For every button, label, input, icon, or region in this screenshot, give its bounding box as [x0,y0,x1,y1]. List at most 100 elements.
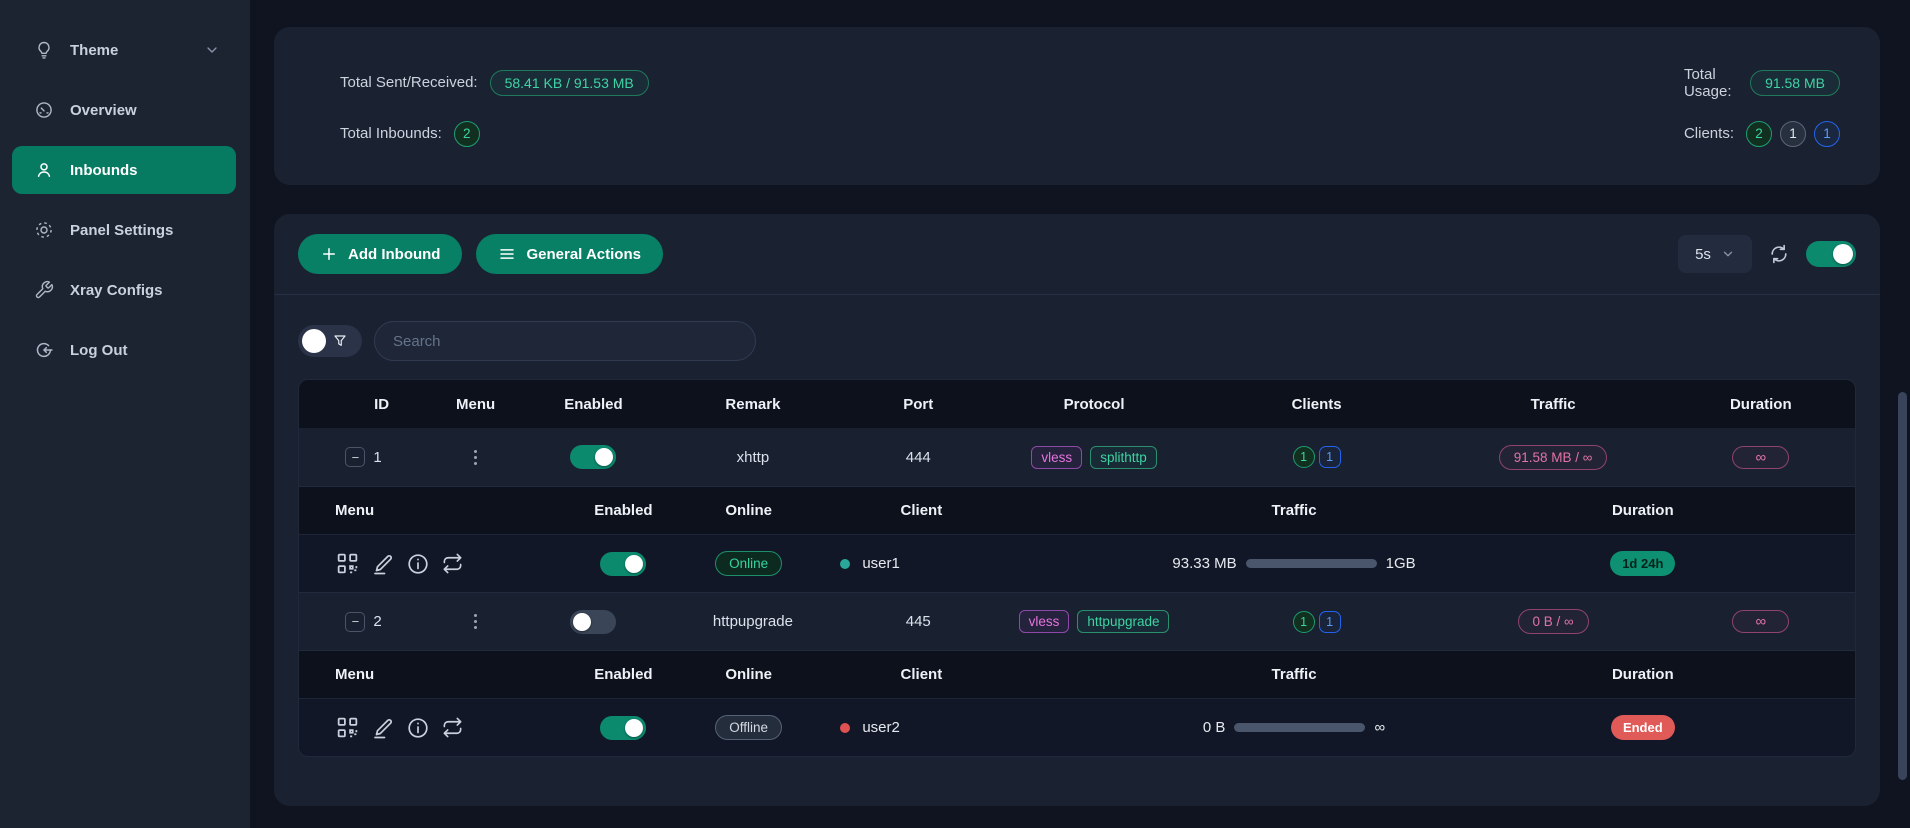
client-enabled-cell [545,552,702,576]
page-scrollbar-thumb[interactable] [1898,392,1907,780]
enabled-cell [523,445,664,469]
sidebar-item-theme[interactable]: Theme [12,26,236,74]
refresh-icon[interactable] [1768,243,1790,265]
port-cell: 445 [842,613,994,630]
sidebar-item-label: Overview [70,102,137,119]
sidebar-item-overview[interactable]: Overview [12,86,236,134]
search-input[interactable] [374,321,756,361]
duration-badge: Ended [1611,715,1675,740]
traffic-used: 0 B [1203,719,1226,736]
auto-refresh-toggle[interactable] [1806,241,1856,267]
client-table-header-row: Menu Enabled Online Client Traffic Durat… [299,486,1855,534]
inbound-enabled-toggle[interactable] [570,445,616,469]
sidebar-item-label: Theme [70,42,118,59]
info-icon[interactable] [406,552,430,576]
protocol-cell: vless httpupgrade [995,610,1194,633]
inbound-enabled-toggle[interactable] [570,610,616,634]
client-table-header-row: Menu Enabled Online Client Traffic Durat… [299,650,1855,698]
edit-icon[interactable] [371,552,395,576]
col-header-remark: Remark [664,396,842,413]
main-content: Total Sent/Received: 58.41 KB / 91.53 MB… [250,0,1910,828]
duration-cell: ∞ [1667,446,1855,469]
client-name: user1 [862,555,900,572]
qr-code-icon[interactable] [335,715,360,740]
general-actions-button[interactable]: General Actions [476,234,662,274]
sidebar-item-inbounds[interactable]: Inbounds [12,146,236,194]
sidebar-item-label: Panel Settings [70,222,173,239]
filter-toggle[interactable] [298,325,362,357]
add-inbound-button[interactable]: Add Inbound [298,234,462,274]
client-status-dot [840,723,850,733]
stat-total-inbounds: Total Inbounds: 2 [340,121,960,147]
sent-received-value-pill: 58.41 KB / 91.53 MB [490,70,649,96]
stat-label: Total Inbounds: [340,125,442,142]
col-header-port: Port [842,396,994,413]
collapse-icon[interactable]: − [345,447,365,467]
port-cell: 444 [842,449,994,466]
inbound-id: 2 [373,613,381,630]
filter-funnel-icon [332,333,348,349]
row-menu-dots-icon[interactable] [470,446,481,469]
logout-icon [34,340,54,360]
enabled-cell [523,610,664,634]
clients-cell: 1 1 [1194,611,1440,633]
remark-cell: httpupgrade [664,613,842,630]
col-header-enabled: Enabled [523,396,664,413]
protocol-tag: vless [1019,610,1070,633]
reset-traffic-icon[interactable] [441,716,464,739]
duration-badge: 1d 24h [1610,551,1675,576]
info-icon[interactable] [406,716,430,740]
row-menu-dots-icon[interactable] [470,610,481,633]
client-enabled-toggle[interactable] [600,552,646,576]
inbounds-card: Add Inbound General Actions 5s [274,214,1880,806]
sidebar-item-panel-settings[interactable]: Panel Settings [12,206,236,254]
gauge-icon [34,100,54,120]
qr-code-icon[interactable] [335,551,360,576]
client-traffic-cell: 0 B ∞ [1047,719,1540,736]
wrench-icon [34,280,54,300]
edit-icon[interactable] [371,716,395,740]
client-row: Offline user2 0 B ∞ Ended [299,698,1855,756]
sidebar-item-label: Xray Configs [70,282,163,299]
col-header-traffic: Traffic [1440,396,1667,413]
stat-label: Clients: [1684,125,1734,142]
client-online-cell: Offline [702,715,795,740]
protocol-cell: vless splithttp [995,446,1194,469]
person-icon [34,160,54,180]
clients-deactive-badge: 1 [1780,121,1806,147]
bulb-icon [34,40,54,60]
refresh-interval-select[interactable]: 5s [1678,235,1752,273]
sub-header-client: Client [795,666,1047,683]
sub-header-duration: Duration [1541,502,1855,519]
sub-header-duration: Duration [1541,666,1855,683]
client-online-cell: Online [702,551,795,576]
col-header-id: ID [299,396,428,413]
client-status-dot [840,559,850,569]
inbound-id: 1 [373,449,381,466]
reset-traffic-icon[interactable] [441,552,464,575]
protocol-tag: vless [1031,446,1082,469]
collapse-icon[interactable]: − [345,612,365,632]
traffic-cell: 0 B / ∞ [1440,609,1667,634]
sub-header-enabled: Enabled [545,502,702,519]
traffic-progress-bar [1246,559,1377,568]
sidebar-item-xray-configs[interactable]: Xray Configs [12,266,236,314]
traffic-progress-bar [1234,723,1365,732]
client-enabled-toggle[interactable] [600,716,646,740]
sub-header-traffic: Traffic [1047,666,1540,683]
sidebar-item-log-out[interactable]: Log Out [12,326,236,374]
toolbar-right: 5s [1678,235,1856,273]
stat-label: Total Usage: [1684,66,1738,100]
toolbar: Add Inbound General Actions 5s [298,234,1856,274]
protocol-tag: httpupgrade [1077,610,1169,633]
filter-toggle-knob [302,329,326,353]
duration-pill: ∞ [1732,446,1789,469]
clients-active-badge: 1 [1293,611,1315,633]
sidebar: Theme Overview Inbounds Panel Settings X… [0,0,250,828]
stats-card: Total Sent/Received: 58.41 KB / 91.53 MB… [274,27,1880,185]
total-inbounds-badge: 2 [454,121,480,147]
client-traffic-cell: 93.33 MB 1GB [1047,555,1540,572]
col-header-duration: Duration [1667,396,1855,413]
sub-header-client: Client [795,502,1047,519]
clients-online-badge: 2 [1746,121,1772,147]
